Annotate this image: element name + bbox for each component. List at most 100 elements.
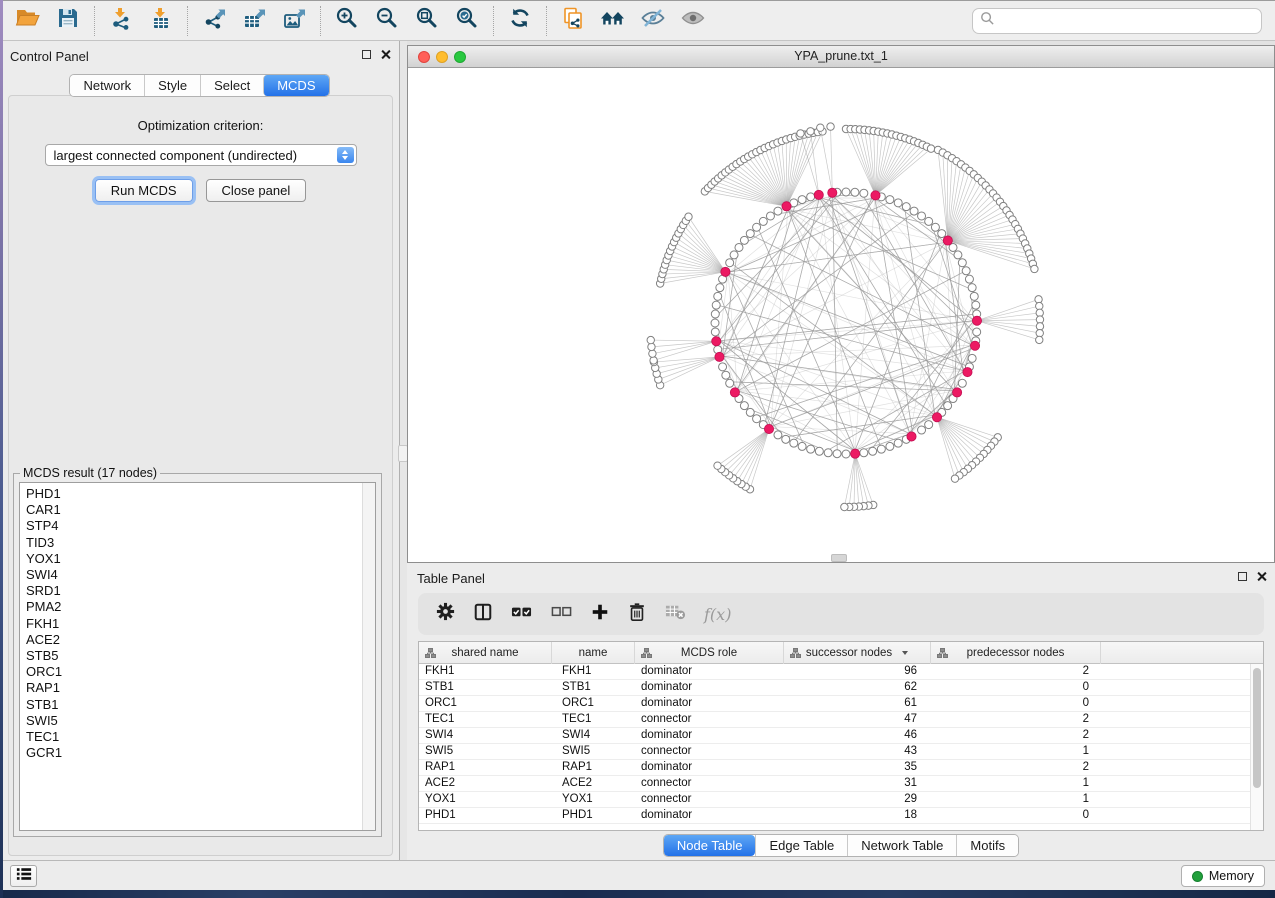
table-cell[interactable]: 1 [931,744,1101,759]
table-cell[interactable]: dominator [635,808,784,823]
table-cell[interactable]: STB1 [552,680,635,695]
table-cell[interactable]: 0 [931,680,1101,695]
table-cell[interactable]: 2 [931,712,1101,727]
table-scrollbar[interactable] [1250,664,1263,830]
table-cell[interactable]: connector [635,776,784,791]
table-cell[interactable]: YOX1 [419,792,552,807]
refresh-button[interactable] [500,4,540,38]
tab-node-table[interactable]: Node Table [664,835,756,856]
tab-edge-table[interactable]: Edge Table [755,835,847,856]
table-row[interactable]: PHD1PHD1dominator180 [419,808,1263,824]
table-cell[interactable]: dominator [635,664,784,679]
column-header-shared-name[interactable]: shared name [419,642,552,664]
import-table-button[interactable] [141,4,181,38]
table-cell[interactable]: connector [635,792,784,807]
export-table-button[interactable] [234,4,274,38]
table-row[interactable]: YOX1YOX1connector291 [419,792,1263,808]
table-row[interactable]: ACE2ACE2connector311 [419,776,1263,792]
table-cell[interactable]: PHD1 [552,808,635,823]
table-cell[interactable]: FKH1 [419,664,552,679]
table-cell[interactable]: 62 [784,680,931,695]
mcds-result-item[interactable]: TEC1 [26,729,361,745]
table-cell[interactable]: connector [635,744,784,759]
table-cell[interactable]: ORC1 [552,696,635,711]
table-cell[interactable]: SWI5 [419,744,552,759]
export-image-button[interactable] [274,4,314,38]
table-cell[interactable]: PHD1 [419,808,552,823]
close-panel-icon[interactable] [380,49,391,60]
select-all-button[interactable] [510,601,533,627]
mcds-result-item[interactable]: GCR1 [26,745,361,761]
mcds-result-item[interactable]: STP4 [26,518,361,534]
table-cell[interactable]: SWI4 [419,728,552,743]
mcds-result-item[interactable]: CAR1 [26,502,361,518]
close-table-panel-icon[interactable] [1256,571,1267,582]
network-canvas[interactable] [408,68,1274,562]
table-cell[interactable]: SWI4 [552,728,635,743]
table-row[interactable]: RAP1RAP1dominator352 [419,760,1263,776]
table-cell[interactable]: 35 [784,760,931,775]
table-cell[interactable]: ACE2 [419,776,552,791]
table-cell[interactable]: dominator [635,728,784,743]
mcds-result-item[interactable]: TID3 [26,535,361,551]
tab-motifs[interactable]: Motifs [956,835,1018,856]
close-panel-button[interactable]: Close panel [206,179,307,202]
mcds-result-item[interactable]: PHD1 [26,486,361,502]
mcds-result-item[interactable]: RAP1 [26,680,361,696]
table-row[interactable]: FKH1FKH1dominator962 [419,664,1263,680]
search-input[interactable] [1000,13,1254,28]
table-row[interactable]: TEC1TEC1connector472 [419,712,1263,728]
table-cell[interactable]: connector [635,712,784,727]
table-cell[interactable]: 2 [931,728,1101,743]
task-history-button[interactable] [10,865,37,887]
table-row[interactable]: SWI5SWI5connector431 [419,744,1263,760]
mcds-list-scrollbar[interactable] [362,483,375,830]
table-row[interactable]: STB1STB1dominator620 [419,680,1263,696]
maximize-window-icon[interactable] [454,51,466,63]
table-row[interactable]: SWI4SWI4dominator462 [419,728,1263,744]
zoom-out-button[interactable] [367,4,407,38]
run-mcds-button[interactable]: Run MCDS [95,179,193,202]
table-scrollbar-thumb[interactable] [1253,668,1261,788]
optimization-criterion-select[interactable]: largest connected component (undirected) [45,144,357,166]
table-cell[interactable]: 1 [931,792,1101,807]
table-cell[interactable]: RAP1 [419,760,552,775]
tab-network[interactable]: Network [70,75,144,96]
zoom-selected-button[interactable] [447,4,487,38]
export-network-button[interactable] [194,4,234,38]
table-cell[interactable]: 46 [784,728,931,743]
delete-column-button[interactable] [627,602,647,627]
table-cell[interactable]: 96 [784,664,931,679]
table-cell[interactable]: 43 [784,744,931,759]
horizontal-splitter-handle[interactable] [831,554,847,562]
table-cell[interactable]: 31 [784,776,931,791]
table-cell[interactable]: 2 [931,760,1101,775]
float-panel-icon[interactable] [362,50,371,59]
memory-button[interactable]: Memory [1181,865,1265,887]
add-column-button[interactable] [590,602,610,627]
mcds-result-item[interactable]: PMA2 [26,599,361,615]
table-cell[interactable]: 2 [931,664,1101,679]
tab-select[interactable]: Select [200,75,263,96]
show-details-button[interactable] [673,4,713,38]
tab-mcds[interactable]: MCDS [263,75,328,96]
first-neighbors-button[interactable] [593,4,633,38]
hide-details-button[interactable] [633,4,673,38]
table-cell[interactable]: TEC1 [419,712,552,727]
table-cell[interactable]: TEC1 [552,712,635,727]
table-cell[interactable]: 0 [931,696,1101,711]
table-cell[interactable]: ORC1 [419,696,552,711]
table-cell[interactable]: ACE2 [552,776,635,791]
save-session-button[interactable] [48,4,88,38]
column-header-name[interactable]: name [552,642,635,664]
table-settings-button[interactable] [435,601,456,627]
mcds-result-item[interactable]: SWI5 [26,713,361,729]
mcds-result-item[interactable]: SRD1 [26,583,361,599]
close-window-icon[interactable] [418,51,430,63]
table-cell[interactable]: 0 [931,808,1101,823]
table-cell[interactable]: RAP1 [552,760,635,775]
float-table-panel-icon[interactable] [1238,572,1247,581]
mcds-result-item[interactable]: STB5 [26,648,361,664]
zoom-in-button[interactable] [327,4,367,38]
mcds-result-item[interactable]: FKH1 [26,616,361,632]
